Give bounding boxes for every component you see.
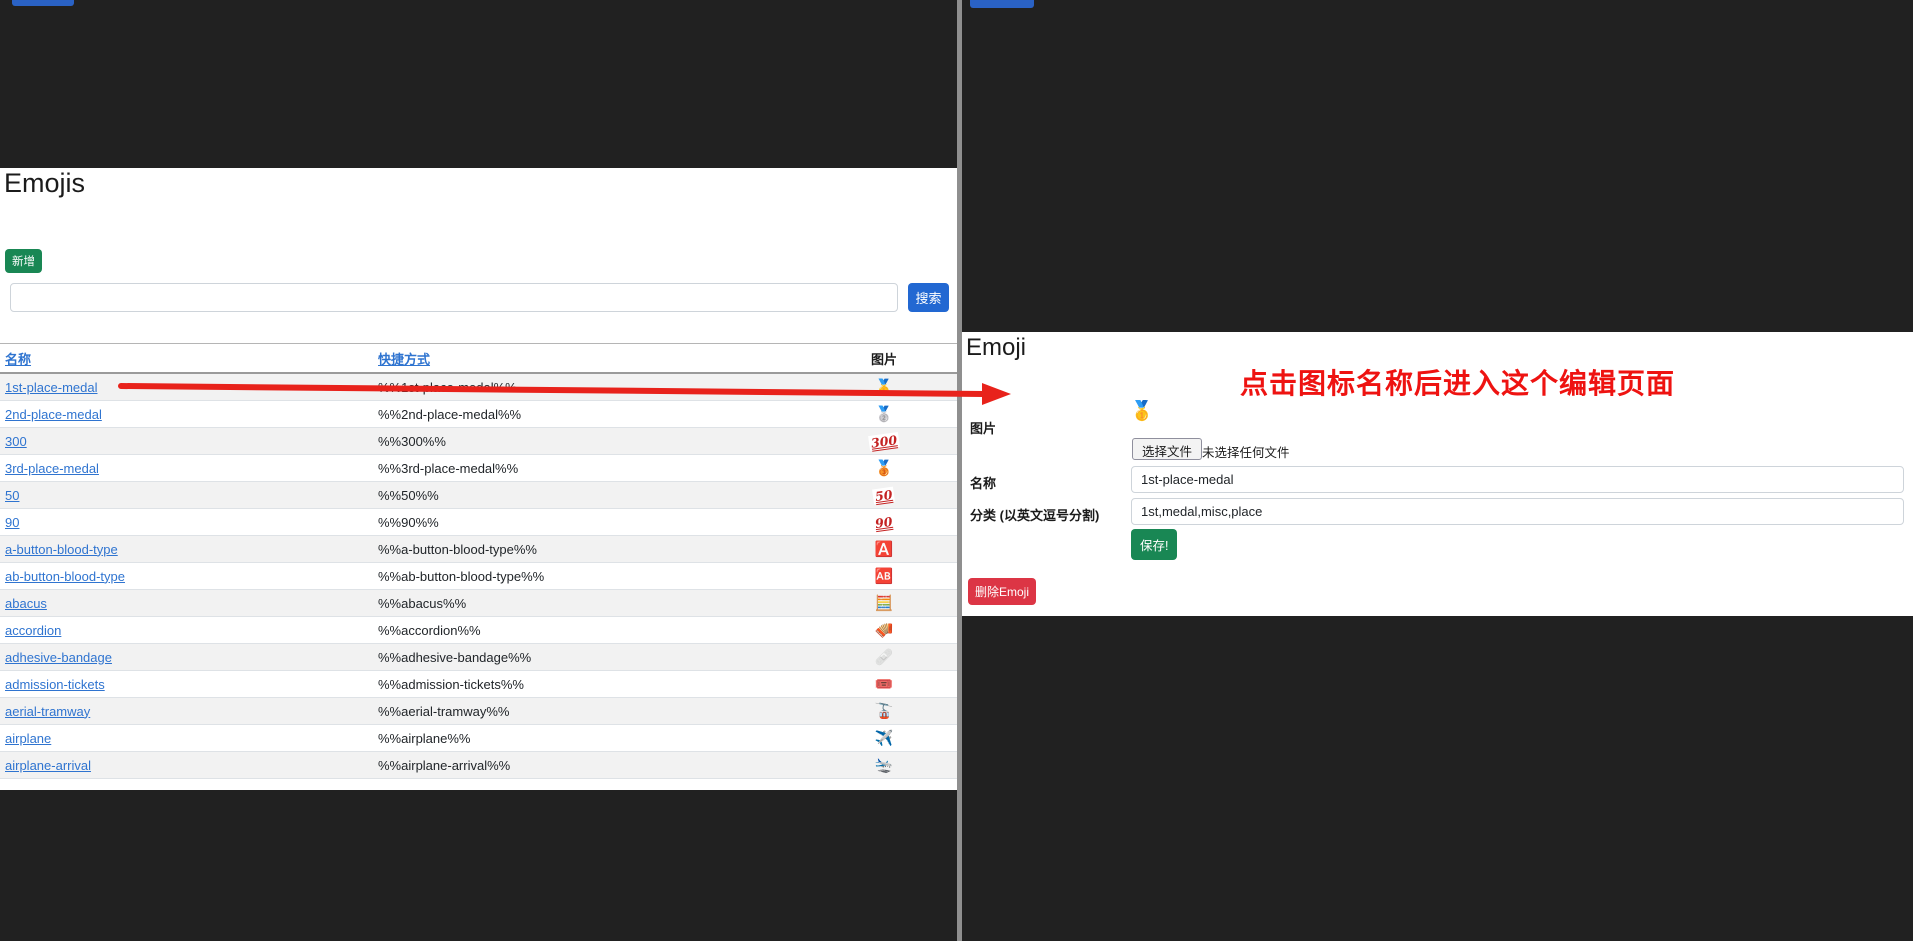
emoji-shortcut: %%airplane-arrival%% [378, 758, 828, 773]
emoji-image-icon: 🥈 [875, 406, 894, 423]
table-row: abacus %%abacus%% 🧮 [0, 590, 957, 617]
emoji-name-link[interactable]: accordion [5, 623, 61, 638]
emoji-table: 名称 快捷方式 图片 1st-place-medal %%1st-place-me… [0, 343, 957, 779]
emoji-image-icon: 🥉 [875, 460, 894, 477]
table-row: 300 %%300%% 300 [0, 428, 957, 455]
emoji-list-page: Emojis 新增 搜索 名称 快捷方式 图片 1st-place-medal%… [0, 168, 957, 790]
table-row: a-button-blood-type %%a-button-blood-type… [0, 536, 957, 563]
category-label: 分类 (以英文逗号分割) [970, 505, 1099, 524]
emoji-shortcut: %%ab-button-blood-type%% [378, 569, 828, 584]
emoji-shortcut: %%a-button-blood-type%% [378, 542, 828, 557]
table-row: airplane %%airplane%% ✈️ [0, 725, 957, 752]
table-row: airplane-arrival %%airplane-arrival%% 🛬 [0, 752, 957, 779]
emoji-name-link[interactable]: airplane-arrival [5, 758, 91, 773]
table-row: admission-tickets %%admission-tickets%% 🎟️ [0, 671, 957, 698]
name-field[interactable] [1131, 466, 1904, 493]
emoji-name-link[interactable]: 1st-place-medal [5, 380, 98, 395]
emoji-name-link[interactable]: aerial-tramway [5, 704, 90, 719]
emoji-name-link[interactable]: abacus [5, 596, 47, 611]
emoji-image-icon: 🪗 [875, 622, 894, 639]
table-header-row: 名称 快捷方式 图片 [0, 344, 957, 374]
emoji-image-icon: 🎟️ [875, 676, 894, 693]
column-header-image: 图片 [871, 352, 897, 367]
add-emoji-button[interactable]: 新增 [5, 249, 42, 273]
emoji-name-link[interactable]: 300 [5, 434, 27, 449]
emoji-name-link[interactable]: admission-tickets [5, 677, 105, 692]
column-header-shortcut[interactable]: 快捷方式 [378, 352, 430, 367]
table-row: 2nd-place-medal %%2nd-place-medal%% 🥈 [0, 401, 957, 428]
emoji-name-link[interactable]: 90 [5, 515, 19, 530]
emoji-shortcut: %%90%% [378, 515, 828, 530]
table-row: aerial-tramway %%aerial-tramway%% 🚡 [0, 698, 957, 725]
page-title: Emojis [4, 168, 85, 199]
table-row: ab-button-blood-type %%ab-button-blood-ty… [0, 563, 957, 590]
emoji-name-link[interactable]: a-button-blood-type [5, 542, 118, 557]
emoji-image-icon: 🅰️ [875, 541, 894, 558]
column-header-name[interactable]: 名称 [5, 352, 31, 367]
emoji-name-link[interactable]: 3rd-place-medal [5, 461, 99, 476]
category-field[interactable] [1131, 498, 1904, 525]
file-status-text: 未选择任何文件 [1202, 442, 1290, 461]
emoji-image-icon: 🥇 [875, 379, 894, 396]
emoji-shortcut: %%abacus%% [378, 596, 828, 611]
emoji-shortcut: %%3rd-place-medal%% [378, 461, 828, 476]
emoji-name-link[interactable]: adhesive-bandage [5, 650, 112, 665]
search-input[interactable] [10, 283, 898, 312]
table-row: 90 %%90%% 90 [0, 509, 957, 536]
choose-file-button[interactable]: 选择文件 [1132, 438, 1202, 460]
emoji-image-icon: 🆎 [875, 568, 894, 585]
emoji-table-body: 1st-place-medal %%1st-place-medal%% 🥇 2nd-p… [0, 374, 957, 779]
emoji-image-icon: 🛬 [875, 757, 894, 774]
screenshot-canvas: Emojis 新增 搜索 名称 快捷方式 图片 1st-place-medal%… [0, 0, 1913, 941]
emoji-shortcut: %%accordion%% [378, 623, 828, 638]
table-row: adhesive-bandage %%adhesive-bandage%% 🩹 [0, 644, 957, 671]
table-row: 1st-place-medal %%1st-place-medal%% 🥇 [0, 374, 957, 401]
edit-page-title: Emoji [966, 334, 1026, 362]
emoji-shortcut: %%300%% [378, 434, 828, 449]
emoji-name-link[interactable]: 50 [5, 488, 19, 503]
delete-emoji-button[interactable]: 删除Emoji [968, 578, 1036, 605]
emoji-image-icon: 🧮 [875, 595, 894, 612]
search-button[interactable]: 搜索 [908, 283, 949, 312]
emoji-shortcut: %%50%% [378, 488, 828, 503]
right-browser-tab-accent [970, 0, 1034, 8]
annotation-text: 点击图标名称后进入这个编辑页面 [1240, 362, 1675, 402]
emoji-image-icon: ✈️ [875, 730, 894, 747]
emoji-name-link[interactable]: 2nd-place-medal [5, 407, 102, 422]
image-label: 图片 [970, 418, 996, 437]
emoji-shortcut: %%2nd-place-medal%% [378, 407, 828, 422]
current-emoji-image: 🥇 [1130, 402, 1154, 421]
emoji-name-link[interactable]: ab-button-blood-type [5, 569, 125, 584]
emoji-image-icon: 50 [872, 486, 895, 504]
table-row: 3rd-place-medal %%3rd-place-medal%% 🥉 [0, 455, 957, 482]
save-button[interactable]: 保存! [1131, 529, 1177, 560]
emoji-shortcut: %%admission-tickets%% [378, 677, 828, 692]
emoji-image-icon: 90 [872, 513, 895, 531]
emoji-image-icon: 🩹 [875, 649, 894, 666]
emoji-shortcut: %%1st-place-medal%% [378, 380, 828, 395]
emoji-name-link[interactable]: airplane [5, 731, 51, 746]
emoji-image-icon: 300 [868, 431, 900, 450]
emoji-shortcut: %%airplane%% [378, 731, 828, 746]
table-row: 50 %%50%% 50 [0, 482, 957, 509]
table-row: accordion %%accordion%% 🪗 [0, 617, 957, 644]
emoji-shortcut: %%aerial-tramway%% [378, 704, 828, 719]
emoji-image-icon: 🚡 [875, 703, 894, 720]
name-label: 名称 [970, 473, 996, 492]
left-browser-tab-accent [12, 0, 74, 6]
emoji-shortcut: %%adhesive-bandage%% [378, 650, 828, 665]
